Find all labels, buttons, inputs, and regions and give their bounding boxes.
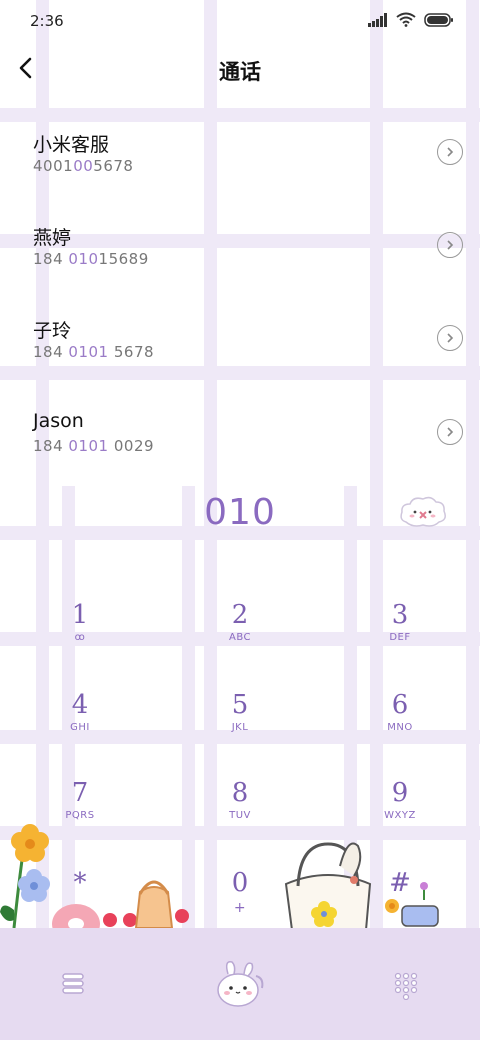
contact-number: 184 01015689 — [33, 250, 149, 268]
key-digit: 6 — [391, 690, 409, 720]
key-3[interactable]: 3 DEF — [340, 600, 460, 680]
contact-name: 燕婷 — [33, 227, 72, 249]
key-digit: 9 — [391, 778, 409, 808]
chevron-right-icon — [447, 147, 454, 157]
key-digit: 8 — [231, 778, 249, 808]
key-digit: 3 — [391, 600, 409, 630]
number-suffix: 5678 — [93, 157, 134, 175]
key-digit: 1 — [71, 600, 89, 630]
chevron-right-icon — [447, 333, 454, 343]
key-1[interactable]: 1ꝏ — [20, 600, 140, 680]
bunny-bag-decoration — [284, 842, 372, 931]
key-digit: 4 — [71, 690, 89, 720]
key-letters: JKL — [231, 722, 249, 733]
key-letters: ABC — [228, 632, 251, 643]
number-prefix: 184 — [33, 437, 69, 455]
number-prefix: 184 — [33, 343, 69, 361]
battery-icon — [424, 12, 453, 27]
contact-number: 4001005678 — [33, 157, 133, 175]
key-digit: 2 — [231, 600, 249, 630]
flower-car-decoration — [385, 882, 439, 927]
key-letters: DEF — [389, 632, 411, 643]
key-digit: 7 — [71, 778, 89, 808]
number-prefix: 184 — [33, 250, 69, 268]
detail-button[interactable] — [437, 419, 463, 445]
number-match: 010 — [68, 250, 99, 268]
voicemail-icon: ꝏ — [74, 632, 86, 643]
key-digit: 5 — [231, 690, 249, 720]
key-6[interactable]: 6 MNO — [340, 690, 460, 770]
number-match: 0101 — [68, 437, 109, 455]
detail-button[interactable] — [437, 139, 463, 165]
list-item[interactable]: 燕婷 184 01015689 — [0, 205, 480, 295]
number-match: 00 — [73, 157, 94, 175]
flowers-decoration — [0, 824, 189, 930]
contact-name: 子玲 — [33, 320, 72, 342]
key-2[interactable]: 2 ABC — [180, 600, 300, 680]
detail-button[interactable] — [437, 325, 463, 351]
detail-button[interactable] — [437, 232, 463, 258]
contact-name: 小米客服 — [33, 134, 110, 156]
status-bar: 2:36 — [0, 0, 480, 40]
number-match: 0101 — [68, 343, 109, 361]
key-5[interactable]: 5 JKL — [180, 690, 300, 770]
page-title: 通话 — [219, 60, 261, 84]
contact-name: Jason — [33, 410, 84, 432]
wifi-icon — [396, 12, 416, 27]
number-prefix: 4001 — [33, 157, 74, 175]
status-time: 2:36 — [30, 12, 64, 30]
key-letters: GHI — [70, 722, 90, 733]
delete-cloud-icon[interactable] — [398, 494, 448, 530]
key-4[interactable]: 4 GHI — [20, 690, 140, 770]
menu-icon[interactable] — [60, 972, 88, 996]
chevron-right-icon — [447, 427, 454, 437]
key-letters: WXYZ — [384, 810, 416, 821]
header: 通话 — [0, 40, 480, 98]
number-suffix: 0029 — [108, 437, 155, 455]
dial-display: 010 — [0, 488, 480, 538]
list-item[interactable]: 子玲 184 0101 5678 — [0, 298, 480, 388]
list-item[interactable]: Jason 184 0101 0029 — [0, 392, 480, 482]
key-letters: MNO — [387, 722, 413, 733]
call-bunny-icon[interactable] — [214, 960, 266, 1010]
dialpad-icon[interactable] — [394, 972, 418, 1000]
list-item[interactable]: 小米客服 4001005678 — [0, 112, 480, 202]
contact-number: 184 0101 5678 — [33, 343, 154, 361]
contact-number: 184 0101 0029 — [33, 437, 154, 455]
signal-icon — [368, 12, 387, 27]
status-icons — [368, 12, 454, 27]
bottom-bar — [0, 928, 480, 1040]
number-suffix: 5678 — [108, 343, 155, 361]
chevron-right-icon — [447, 240, 454, 250]
number-suffix: 15689 — [98, 250, 149, 268]
